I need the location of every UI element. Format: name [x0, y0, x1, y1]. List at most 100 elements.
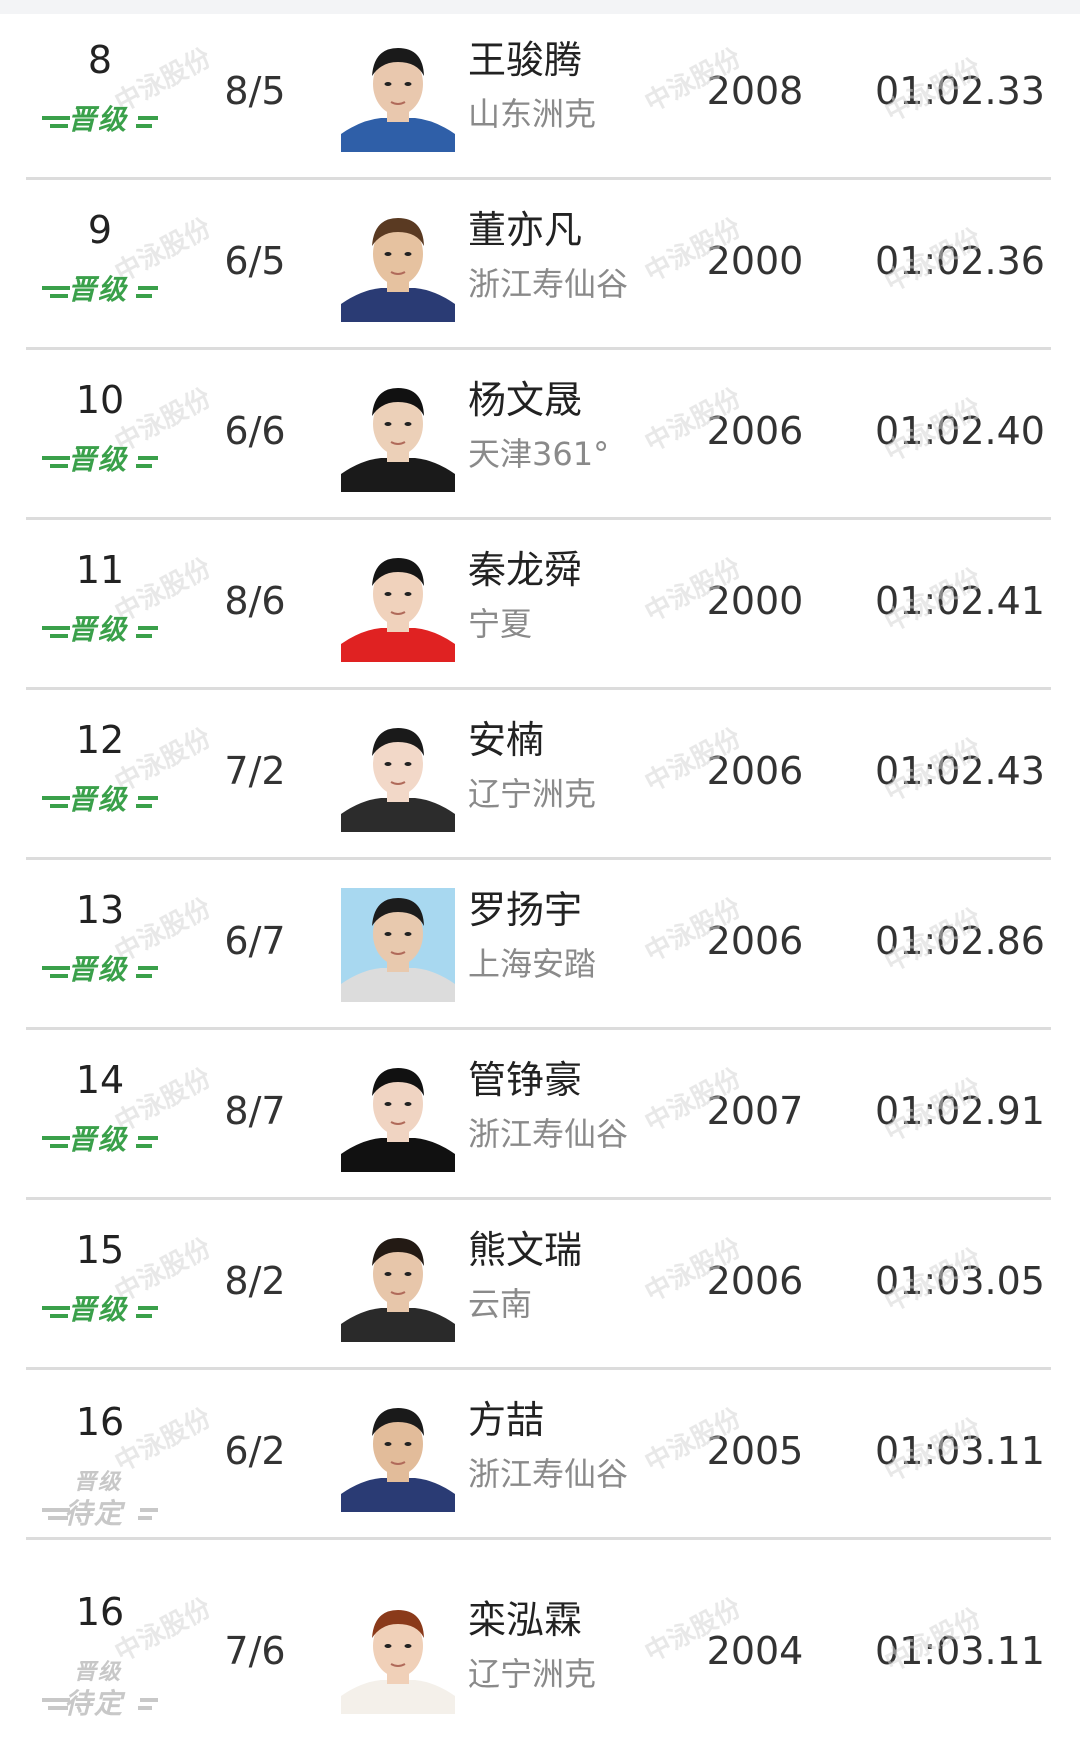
birth-year: 2005 [706, 1429, 804, 1473]
athlete-name: 王骏腾 [468, 38, 583, 82]
rank-number: 16 [75, 1590, 125, 1634]
athlete-photo [341, 1058, 455, 1172]
birth-year: 2006 [706, 919, 804, 963]
result-time: 01:02.43 [875, 749, 1045, 793]
team-name: 浙江寿仙谷 [468, 1455, 629, 1493]
result-time: 01:02.91 [875, 1089, 1045, 1133]
athlete-name: 罗扬宇 [468, 888, 583, 932]
birth-year: 2006 [706, 409, 804, 453]
advance-badge: 晋级 [40, 608, 160, 668]
team-name: 宁夏 [468, 605, 533, 643]
athlete-photo [341, 208, 455, 322]
result-row[interactable]: 10 晋级 6/6 杨文晟 天津361° 2006 01:02.40 中泳股份 中泳股份 中泳股份 [0, 350, 1080, 520]
pending-badge: 晋级 待定 [40, 1470, 160, 1530]
athlete-name: 栾泓霖 [468, 1598, 583, 1642]
badge-label: 晋级 [68, 103, 129, 136]
athlete-name: 熊文瑞 [468, 1228, 583, 1272]
result-time: 01:02.33 [875, 69, 1045, 113]
rank-number: 10 [75, 378, 125, 422]
rank-number: 8 [87, 38, 113, 82]
team-name: 上海安踏 [468, 945, 597, 983]
row-divider [26, 1537, 1051, 1540]
lane-position: 7/2 [224, 749, 286, 793]
badge-label: 晋级 [68, 613, 129, 646]
badge-label: 晋级 [68, 273, 129, 306]
result-row[interactable]: 13 晋级 6/7 罗扬宇 上海安踏 2006 01:02.86 中泳股份 中泳股份 中泳股份 [0, 860, 1080, 1030]
rank-number: 16 [75, 1400, 125, 1444]
result-row[interactable]: 16 晋级 待定 6/2 方喆 浙江寿仙谷 2005 01:03.11 中泳股份 中泳股份 中泳股份 [0, 1370, 1080, 1540]
rank-number: 13 [75, 888, 125, 932]
lane-position: 8/2 [224, 1259, 286, 1303]
pending-badge: 晋级 待定 [40, 1660, 160, 1720]
birth-year: 2004 [706, 1629, 804, 1673]
lane-position: 6/6 [224, 409, 286, 453]
athlete-photo [341, 548, 455, 662]
rank-number: 9 [87, 208, 113, 252]
birth-year: 2008 [706, 69, 804, 113]
team-name: 浙江寿仙谷 [468, 1115, 629, 1153]
athlete-photo [341, 1228, 455, 1342]
athlete-name: 方喆 [468, 1398, 545, 1442]
athlete-photo [341, 718, 455, 832]
athlete-photo [341, 38, 455, 152]
team-name: 云南 [468, 1285, 533, 1323]
badge-label: 晋级 [68, 1293, 129, 1326]
advance-badge: 晋级 [40, 1288, 160, 1348]
lane-position: 6/5 [224, 239, 286, 283]
birth-year: 2000 [706, 579, 804, 623]
lane-position: 8/7 [224, 1089, 286, 1133]
athlete-name: 管铮豪 [468, 1058, 583, 1102]
birth-year: 2006 [706, 1259, 804, 1303]
advance-badge: 晋级 [40, 268, 160, 328]
athlete-name: 秦龙舜 [468, 548, 583, 592]
advance-badge: 晋级 [40, 948, 160, 1008]
lane-position: 7/6 [224, 1629, 286, 1673]
result-time: 01:02.40 [875, 409, 1045, 453]
result-time: 01:02.41 [875, 579, 1045, 623]
advance-badge: 晋级 [40, 1118, 160, 1178]
athlete-photo [341, 1600, 455, 1714]
team-name: 山东洲克 [468, 95, 597, 133]
athlete-photo [341, 888, 455, 1002]
result-row[interactable]: 8 晋级 8/5 王骏腾 山东洲克 2008 01:02.33 中泳股份 中泳股份 中泳股份 [0, 10, 1080, 180]
team-name: 辽宁洲克 [468, 1655, 597, 1693]
lane-position: 6/2 [224, 1429, 286, 1473]
result-time: 01:03.11 [875, 1629, 1045, 1673]
team-name: 辽宁洲克 [468, 775, 597, 813]
result-row[interactable]: 11 晋级 8/6 秦龙舜 宁夏 2000 01:02.41 中泳股份 中泳股份 中泳股份 [0, 520, 1080, 690]
athlete-name: 杨文晟 [468, 378, 583, 422]
rank-number: 12 [75, 718, 125, 762]
team-name: 浙江寿仙谷 [468, 265, 629, 303]
result-row[interactable]: 12 晋级 7/2 安楠 辽宁洲克 2006 01:02.43 中泳股份 中泳股份 中泳股份 [0, 690, 1080, 860]
result-time: 01:02.36 [875, 239, 1045, 283]
advance-badge: 晋级 [40, 778, 160, 838]
birth-year: 2006 [706, 749, 804, 793]
rank-number: 14 [75, 1058, 125, 1102]
lane-position: 8/5 [224, 69, 286, 113]
result-time: 01:02.86 [875, 919, 1045, 963]
athlete-name: 董亦凡 [468, 208, 583, 252]
badge-line2: 待定 [64, 1687, 125, 1720]
badge-label: 晋级 [68, 953, 129, 986]
athlete-photo [341, 378, 455, 492]
result-row[interactable]: 14 晋级 8/7 管铮豪 浙江寿仙谷 2007 01:02.91 中泳股份 中泳股份 中泳股份 [0, 1030, 1080, 1200]
lane-position: 6/7 [224, 919, 286, 963]
lane-position: 8/6 [224, 579, 286, 623]
result-row[interactable]: 9 晋级 6/5 董亦凡 浙江寿仙谷 2000 01:02.36 中泳股份 中泳股份 中泳股份 [0, 180, 1080, 350]
birth-year: 2007 [706, 1089, 804, 1133]
rank-number: 11 [75, 548, 125, 592]
badge-label: 晋级 [68, 783, 129, 816]
advance-badge: 晋级 [40, 98, 160, 158]
result-time: 01:03.05 [875, 1259, 1045, 1303]
athlete-photo [341, 1398, 455, 1512]
result-time: 01:03.11 [875, 1429, 1045, 1473]
advance-badge: 晋级 [40, 438, 160, 498]
result-row[interactable]: 15 晋级 8/2 熊文瑞 云南 2006 01:03.05 中泳股份 中泳股份 中泳股份 [0, 1200, 1080, 1370]
result-row[interactable]: 16 晋级 待定 7/6 栾泓霖 辽宁洲克 2004 01:03.11 中泳股份 中泳股份 中泳股份 [0, 1560, 1080, 1730]
badge-label: 晋级 [68, 443, 129, 476]
team-name: 天津361° [468, 435, 610, 473]
rank-number: 15 [75, 1228, 125, 1272]
athlete-name: 安楠 [468, 718, 545, 762]
badge-line2: 待定 [64, 1497, 125, 1530]
badge-label: 晋级 [68, 1123, 129, 1156]
